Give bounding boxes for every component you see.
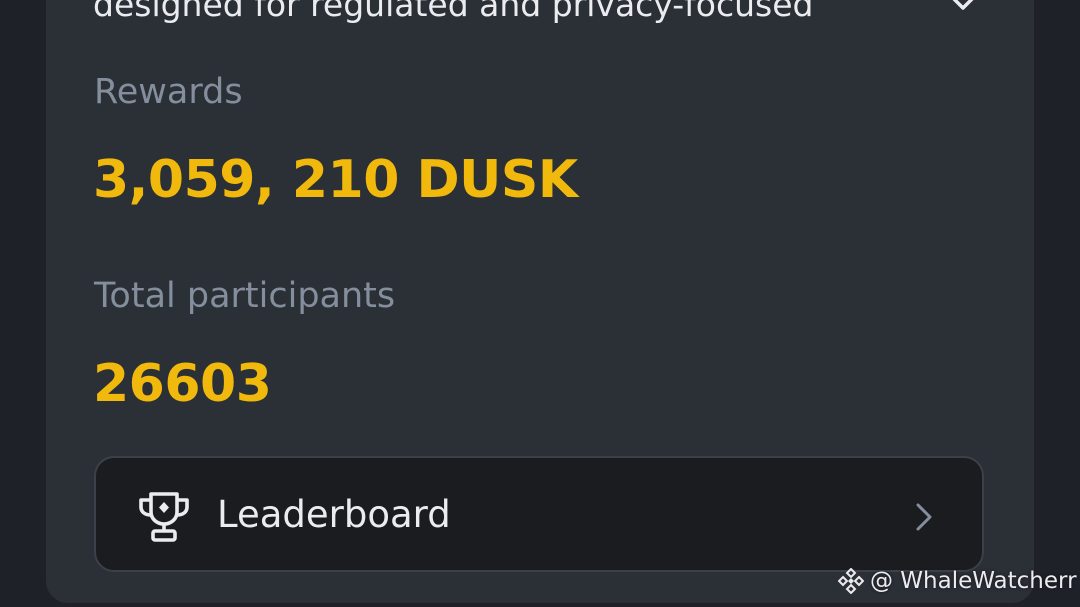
trophy-icon (139, 492, 189, 542)
leaderboard-label: Leaderboard (217, 493, 451, 536)
binance-logo-icon (838, 568, 864, 594)
watermark: @ WhaleWatcherr (838, 564, 1077, 598)
total-participants-value: 26603 (93, 354, 272, 414)
watermark-text: @ WhaleWatcherr (870, 568, 1077, 594)
rewards-value: 3,059, 210 DUSK (93, 150, 578, 210)
campaign-description: designed for regulated and privacy-focus… (93, 0, 814, 24)
total-participants-label: Total participants (94, 276, 396, 316)
rewards-label: Rewards (94, 72, 243, 112)
leaderboard-button[interactable]: Leaderboard (94, 456, 984, 572)
chevron-down-icon[interactable] (946, 0, 980, 14)
chevron-right-icon (916, 503, 932, 531)
